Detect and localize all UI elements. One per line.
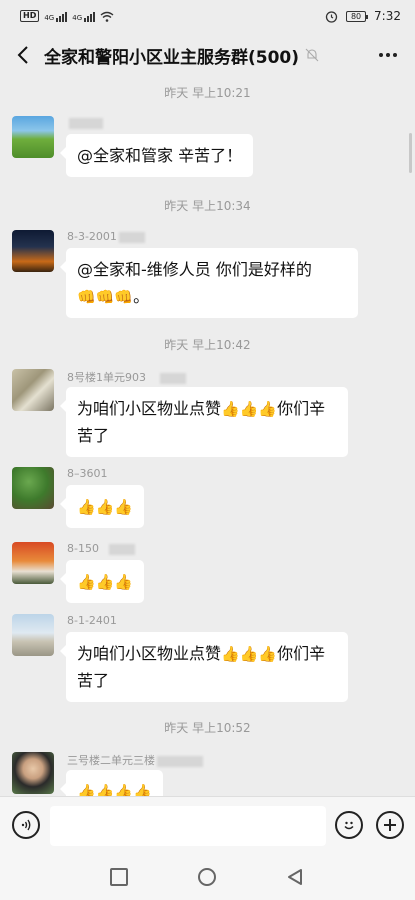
sender-name: 8-3-2001 — [67, 230, 145, 243]
thumbs-up-icon: 👍 — [95, 783, 115, 797]
message-timestamp: 昨天 早上10:34 — [164, 199, 251, 213]
message-text: @全家和-维修人员 你们是好样的 — [77, 260, 312, 279]
thumbs-up-icon: 👍 — [77, 573, 96, 591]
fist-emoji-icon: 👊 — [77, 288, 96, 306]
message-timestamp: 昨天 早上10:52 — [164, 721, 251, 735]
thumbs-up-icon: 👍 — [239, 645, 259, 663]
message-bubble[interactable]: 👍👍👍👍 — [60, 770, 163, 797]
input-bar — [0, 796, 415, 854]
plus-icon — [384, 819, 396, 831]
plus-button[interactable] — [376, 811, 404, 839]
message-timestamp: 昨天 早上10:21 — [164, 86, 251, 100]
thumbs-up-icon: 👍 — [114, 573, 134, 591]
message-text: 为咱们小区物业点赞 — [77, 644, 222, 663]
emoji-button[interactable] — [335, 811, 363, 839]
fist-emoji-icon: 👊 — [114, 288, 134, 306]
thumbs-up-icon: 👍 — [95, 573, 115, 591]
message-item: @全家和管家 辛苦了！ — [12, 116, 392, 178]
message-bubble[interactable]: @全家和-维修人员 你们是好样的 👊👊👊。 — [60, 248, 358, 318]
avatar[interactable] — [12, 467, 54, 509]
fist-emoji-icon: 👊 — [95, 288, 115, 306]
back-triangle-icon[interactable] — [286, 868, 304, 886]
sender-name: 8号楼1单元903 — [67, 369, 186, 385]
sender-name: 三号楼二单元三楼 — [67, 752, 203, 768]
message-item: 8号楼1单元903 为咱们小区物业点赞👍👍👍你们辛苦了 — [12, 369, 392, 459]
message-bubble[interactable]: 👍👍👍 — [59, 485, 145, 528]
avatar[interactable] — [12, 752, 54, 794]
bell-muted-icon — [305, 48, 319, 62]
message-item: 三号楼二单元三楼 👍👍👍👍 — [12, 752, 392, 796]
message-text: @全家和管家 辛苦了！ — [77, 146, 243, 165]
recent-apps-icon[interactable] — [110, 868, 128, 886]
avatar[interactable] — [12, 230, 54, 272]
message-suffix: 。 — [133, 287, 150, 306]
signal-label: 4G — [44, 13, 55, 22]
thumbs-up-icon: 👍 — [133, 783, 152, 797]
thumbs-up-icon: 👍 — [77, 783, 96, 797]
message-item: 8-1-2401 为咱们小区物业点赞👍👍👍你们辛苦了 — [12, 614, 392, 704]
signal-icon: 4G — [44, 11, 68, 22]
hd-badge: HD — [20, 10, 40, 22]
alarm-icon — [325, 10, 338, 23]
status-right: 80 7:32 — [325, 9, 401, 23]
message-bubble[interactable]: 为咱们小区物业点赞👍👍👍你们辛苦了 — [60, 387, 348, 457]
message-item: 8-3-2001 @全家和-维修人员 你们是好样的 👊👊👊。 — [12, 230, 392, 320]
thumbs-up-icon: 👍 — [114, 498, 134, 516]
scrollbar[interactable] — [409, 133, 412, 173]
avatar[interactable] — [12, 614, 54, 656]
home-icon[interactable] — [198, 868, 216, 886]
sender-name: 8–3601 — [67, 467, 108, 480]
thumbs-up-icon: 👍 — [114, 783, 134, 797]
signal-label-2: 4G — [72, 13, 83, 22]
system-nav-bar — [0, 854, 415, 900]
voice-icon — [21, 819, 31, 831]
avatar[interactable] — [12, 542, 54, 584]
message-item: 8–3601 👍👍👍 — [12, 467, 392, 529]
thumbs-up-icon: 👍 — [239, 400, 259, 418]
voice-button[interactable] — [12, 811, 40, 839]
thumbs-up-icon: 👍 — [95, 498, 115, 516]
thumbs-up-icon: 👍 — [221, 400, 240, 418]
status-bar: HD 4G 4G 80 7:32 — [0, 0, 415, 32]
message-bubble[interactable]: 为咱们小区物业点赞👍👍👍你们辛苦了 — [60, 632, 348, 702]
more-button[interactable] — [373, 40, 403, 70]
more-dots-icon — [379, 53, 383, 57]
battery-icon: 80 — [346, 10, 369, 22]
message-bubble[interactable]: @全家和管家 辛苦了！ — [59, 134, 254, 177]
back-button[interactable] — [12, 40, 34, 70]
message-item: 8-150 👍👍👍 — [12, 542, 392, 604]
chat-title: 全家和警阳小区业主服务群(500) — [44, 47, 300, 68]
status-time: 7:32 — [374, 9, 401, 23]
message-timestamp: 昨天 早上10:42 — [164, 338, 251, 352]
wifi-icon — [100, 11, 114, 22]
sender-name — [67, 116, 103, 129]
avatar[interactable] — [12, 369, 54, 411]
avatar[interactable] — [12, 116, 54, 158]
emoji-icon — [344, 821, 354, 830]
status-left: HD 4G 4G — [20, 10, 114, 22]
chevron-left-icon — [17, 46, 28, 64]
thumbs-up-icon: 👍 — [258, 400, 278, 418]
message-bubble[interactable]: 👍👍👍 — [59, 560, 145, 603]
sender-name: 8-150 — [67, 542, 135, 555]
thumbs-up-icon: 👍 — [258, 645, 278, 663]
chat-header: 全家和警阳小区业主服务群(500) — [0, 32, 415, 78]
message-text: 为咱们小区物业点赞 — [77, 399, 222, 418]
chat-messages[interactable]: 昨天 早上10:21 @全家和管家 辛苦了！ 昨天 早上10:34 8-3-20… — [0, 78, 415, 796]
sender-name: 8-1-2401 — [67, 614, 117, 627]
signal-icon-2: 4G — [72, 11, 96, 22]
thumbs-up-icon: 👍 — [77, 498, 96, 516]
message-input[interactable] — [50, 806, 326, 846]
thumbs-up-icon: 👍 — [221, 645, 240, 663]
